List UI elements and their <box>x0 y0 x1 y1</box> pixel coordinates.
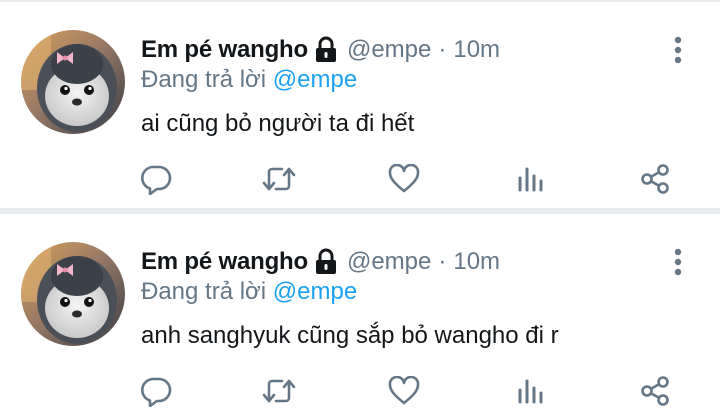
replying-to: Đang trả lời @empe <box>141 278 357 306</box>
reply-prefix: Đang trả lời <box>141 66 267 93</box>
reply-button[interactable] <box>139 376 173 410</box>
like-button[interactable] <box>387 163 421 199</box>
more-vertical-icon[interactable] <box>670 35 686 65</box>
like-icon <box>388 375 420 411</box>
reply-mention-link[interactable]: @empe <box>273 66 357 93</box>
reply-prefix: Đang trả lời <box>141 278 267 305</box>
stats-icon <box>516 164 546 199</box>
lock-icon <box>314 36 338 64</box>
retweet-icon <box>262 163 296 200</box>
share-icon <box>639 163 671 200</box>
timestamp[interactable]: 10m <box>453 248 500 276</box>
handle[interactable]: @empe <box>347 248 431 276</box>
tweet[interactable]: Em pé wangho @empe · 10m Đang trả lời @e… <box>0 2 720 214</box>
like-button[interactable] <box>387 375 421 411</box>
replying-to: Đang trả lời @empe <box>141 66 357 94</box>
avatar[interactable] <box>21 242 125 346</box>
tweet-text: ai cũng bỏ người ta đi hết <box>141 110 415 137</box>
share-button[interactable] <box>638 375 672 412</box>
tweet-feed: Em pé wangho @empe · 10m Đang trả lời @e… <box>0 0 720 417</box>
like-icon <box>388 163 420 199</box>
tweet-header: Em pé wangho @empe · 10m <box>141 32 500 68</box>
reply-button[interactable] <box>139 164 173 198</box>
retweet-button[interactable] <box>262 164 296 198</box>
timestamp[interactable]: 10m <box>453 36 500 64</box>
reply-mention-link[interactable]: @empe <box>273 278 357 305</box>
display-name[interactable]: Em pé wangho <box>141 248 308 276</box>
tweet-header: Em pé wangho @empe · 10m <box>141 244 500 280</box>
separator-dot: · <box>438 248 447 275</box>
share-button[interactable] <box>638 163 672 200</box>
stats-button[interactable] <box>514 164 548 198</box>
reply-icon <box>140 375 172 412</box>
stats-icon <box>516 376 546 411</box>
stats-button[interactable] <box>514 376 548 410</box>
retweet-icon <box>262 375 296 412</box>
tweet[interactable]: Em pé wangho @empe · 10m Đang trả lời @e… <box>0 214 720 417</box>
retweet-button[interactable] <box>262 376 296 410</box>
share-icon <box>639 375 671 412</box>
more-vertical-icon[interactable] <box>670 247 686 277</box>
avatar[interactable] <box>21 30 125 134</box>
tweet-text: anh sanghyuk cũng sắp bỏ wangho đi r <box>141 322 559 349</box>
reply-icon <box>140 163 172 200</box>
display-name[interactable]: Em pé wangho <box>141 36 308 64</box>
handle[interactable]: @empe <box>347 36 431 64</box>
lock-icon <box>314 248 338 276</box>
separator-dot: · <box>438 36 447 63</box>
